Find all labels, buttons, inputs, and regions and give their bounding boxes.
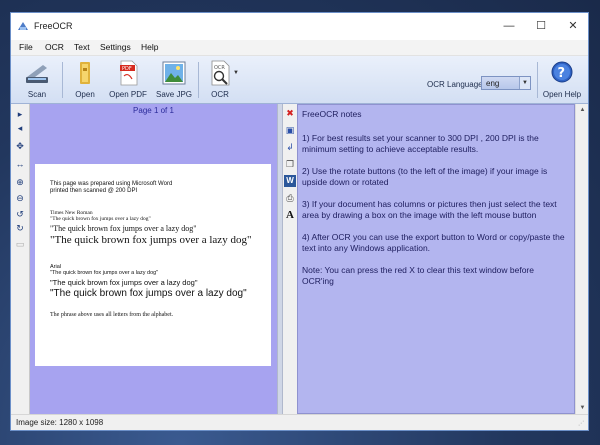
save-text-icon[interactable]: ▣ [284, 124, 296, 136]
open-pdf-label: Open PDF [109, 90, 147, 99]
copy-icon[interactable]: ❐ [284, 158, 296, 170]
ocr-text-area[interactable]: FreeOCR notes 1) For best results set yo… [297, 104, 575, 414]
status-bar: Image size: 1280 x 1098 ⋰ [11, 414, 588, 430]
window-title: FreeOCR [34, 21, 73, 31]
open-help-label: Open Help [542, 90, 582, 99]
pdf-icon: PDF [120, 60, 138, 86]
copy-arrow-icon[interactable]: ↲ [284, 141, 296, 153]
zoom-out-icon[interactable]: ⊖ [14, 192, 26, 204]
close-button[interactable]: ✕ [558, 17, 588, 35]
text-tools-bar: ✖ ▣ ↲ ❐ W ⎙ A [283, 104, 297, 414]
text-line: Note: You can press the red X to clear t… [302, 265, 534, 275]
open-button[interactable]: Open [65, 59, 105, 102]
doc-font1-sample-large: "The quick brown fox jumps over a lazy d… [50, 234, 252, 246]
pointer-left-icon[interactable]: ◂ [14, 122, 26, 134]
ocr-language-select[interactable]: eng ▼ [481, 76, 531, 90]
open-help-button[interactable]: ? Open Help [542, 59, 582, 102]
scanned-page: This page was prepared using Microsoft W… [35, 164, 271, 366]
text-line: text into any Windows application. [302, 243, 431, 253]
menu-bar: File OCR Text Settings Help [11, 40, 588, 56]
image-pane[interactable]: Page 1 of 1 This page was prepared using… [30, 104, 277, 414]
text-line: 2) Use the rotate buttons (to the left o… [302, 166, 548, 176]
svg-text:?: ? [558, 66, 566, 81]
scroll-up-icon[interactable]: ▲ [576, 104, 588, 116]
export-word-icon[interactable]: W [284, 175, 296, 187]
text-line: upside down or rotated [302, 177, 389, 187]
save-jpg-button[interactable]: Save JPG [154, 59, 194, 102]
menu-ocr[interactable]: OCR [45, 42, 64, 52]
scanner-icon [26, 65, 48, 83]
text-line: OCR'ing [302, 276, 334, 286]
menu-file[interactable]: File [19, 42, 33, 52]
rotate-right-icon[interactable]: ↻ [14, 222, 26, 234]
zoom-in-icon[interactable]: ⊕ [14, 176, 26, 188]
pointer-icon[interactable]: ▸ [14, 108, 26, 120]
text-scrollbar[interactable]: ▲ ▼ [575, 104, 588, 414]
fit-width-icon[interactable]: ↔ [14, 158, 26, 170]
text-line: 4) After OCR you can use the export butt… [302, 232, 565, 242]
text-line: area by drawing a box on the image with … [302, 210, 537, 220]
ocr-button[interactable]: OCR OCR [200, 59, 240, 102]
picture-icon [162, 61, 186, 85]
menu-help[interactable]: Help [141, 42, 158, 52]
scan-label: Scan [27, 90, 47, 99]
ocr-icon: OCR [211, 60, 230, 86]
chevron-down-icon[interactable]: ▼ [519, 77, 530, 89]
menu-text[interactable]: Text [74, 42, 90, 52]
minimize-button[interactable]: — [494, 17, 524, 35]
doc-font2-sample-large: "The quick brown fox jumps over a lazy d… [50, 288, 247, 299]
doc-font1-sample-small: "The quick brown fox jumps over a lazy d… [50, 216, 151, 222]
ocr-language-label: OCR Language: [427, 80, 485, 89]
scroll-down-icon[interactable]: ▼ [576, 402, 588, 414]
app-icon [18, 22, 28, 30]
svg-text:PDF: PDF [122, 66, 132, 72]
font-icon[interactable]: A [284, 209, 296, 221]
open-pdf-button[interactable]: PDF Open PDF [108, 59, 148, 102]
doc-font2-sample-medium: "The quick brown fox jumps over a lazy d… [50, 278, 198, 287]
help-icon: ? [551, 61, 573, 83]
image-tools-bar: ▸ ◂ ✥ ↔ ⊕ ⊖ ↺ ↻ ▭ [11, 104, 30, 414]
clear-text-icon[interactable]: ✖ [284, 107, 296, 119]
resize-grip-icon[interactable]: ⋰ [578, 420, 586, 428]
ocr-dropdown-arrow-icon[interactable]: ▼ [233, 70, 239, 76]
menu-settings[interactable]: Settings [100, 42, 131, 52]
move-icon[interactable]: ✥ [14, 140, 26, 152]
save-jpg-label: Save JPG [155, 90, 192, 99]
maximize-button[interactable]: ☐ [526, 17, 556, 35]
doc-closing-line: The phrase above uses all letters from t… [50, 312, 174, 318]
title-bar[interactable]: FreeOCR — ☐ ✕ [11, 13, 588, 40]
doc-font1-sample-medium: "The quick brown fox jumps over a lazy d… [50, 224, 197, 233]
text-line: minimum setting to achieve acceptable re… [302, 144, 479, 154]
svg-text:OCR: OCR [214, 65, 225, 71]
folder-icon [80, 62, 90, 84]
doc-intro-line2: printed then scanned @ 200 DPI [50, 188, 138, 194]
rotate-left-icon[interactable]: ↺ [14, 208, 26, 220]
select-area-icon[interactable]: ▭ [14, 238, 26, 250]
scan-button[interactable]: Scan [17, 59, 57, 102]
ocr-label: OCR [211, 90, 229, 99]
toolbar: Scan Open PDF Open PDF Save JPG OCR OCR … [11, 56, 588, 104]
doc-intro-line1: This page was prepared using Microsoft W… [50, 181, 173, 187]
doc-font2-sample-small: "The quick brown fox jumps over a lazy d… [50, 270, 159, 276]
freeocr-window: FreeOCR — ☐ ✕ File OCR Text Settings Hel… [10, 12, 589, 431]
image-size-status: Image size: 1280 x 1098 [16, 418, 104, 427]
ocr-language-value: eng [486, 79, 500, 88]
text-line: 3) If your document has columns or pictu… [302, 199, 557, 209]
page-label: Page 1 of 1 [133, 106, 174, 115]
text-line: 1) For best results set your scanner to … [302, 133, 539, 143]
print-icon[interactable]: ⎙ [284, 192, 296, 204]
text-line: FreeOCR notes [302, 109, 362, 119]
